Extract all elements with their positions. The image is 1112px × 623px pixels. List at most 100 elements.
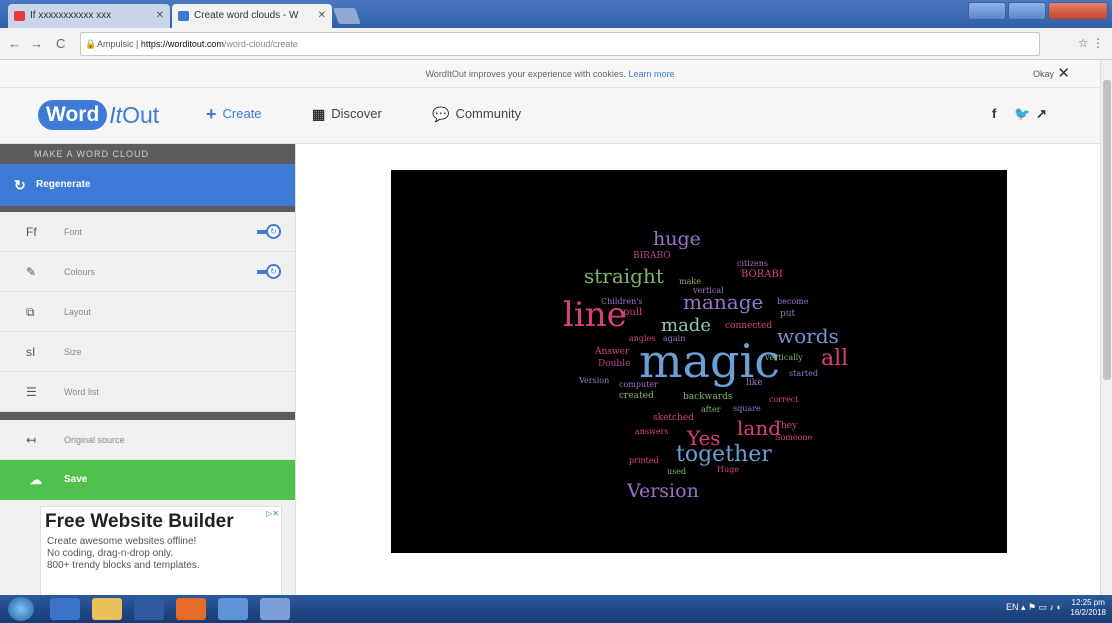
chrome-icon[interactable] <box>218 598 248 620</box>
plus-icon: + <box>206 103 217 124</box>
file-explorer-icon[interactable] <box>92 598 122 620</box>
font-randomize-toggle[interactable]: ↻ <box>257 224 281 239</box>
sidebar-item-colours[interactable]: ✎ Colours ↻ <box>0 252 295 292</box>
sidebar-item-label: Font <box>64 227 83 237</box>
ad-choices-icon[interactable]: ▷✕ <box>266 509 279 518</box>
back-arrow-icon[interactable]: ← <box>8 36 21 51</box>
cloud-word: Someone <box>775 433 813 442</box>
internet-explorer-icon[interactable] <box>50 598 80 620</box>
facebook-icon[interactable]: f <box>992 106 996 121</box>
sidebar-item-label: Word list <box>64 387 99 397</box>
cloud-word: angles <box>629 334 656 343</box>
window-controls <box>968 2 1108 20</box>
sidebar-heading: MAKE A WORD CLOUD <box>0 144 295 164</box>
colours-randomize-toggle[interactable]: ↻ <box>257 264 281 279</box>
close-window-button[interactable] <box>1048 2 1108 20</box>
maximize-button[interactable] <box>1008 2 1047 20</box>
cloud-word: huge <box>653 228 701 250</box>
new-tab-button[interactable] <box>333 8 361 24</box>
learn-more-link[interactable]: Learn more <box>628 69 674 79</box>
clock-time: 12:25 pm <box>1071 598 1105 607</box>
sidebar-item-font[interactable]: Ff Font ↻ <box>0 212 295 252</box>
nav-discover-label: Discover <box>331 106 382 121</box>
tab-label: Create word clouds - W <box>194 10 299 21</box>
close-tab-icon[interactable]: ✕ <box>318 4 326 28</box>
cloud-word: words <box>777 324 839 348</box>
cookie-okay-button[interactable]: Okay <box>1033 60 1054 88</box>
youtube-favicon-icon <box>14 11 25 21</box>
scrollbar-thumb[interactable] <box>1103 80 1111 380</box>
language-indicator[interactable]: EN <box>1006 602 1019 612</box>
cloud-word: used <box>667 467 687 476</box>
sidebar-item-original-source[interactable]: ↤ Original source <box>0 420 295 460</box>
twitter-icon[interactable]: 🐦 <box>1014 106 1030 122</box>
source-arrow-icon: ↤ <box>26 433 37 447</box>
sidebar: MAKE A WORD CLOUD ↻ Regenerate Ff Font ↻… <box>0 144 296 597</box>
start-button[interactable] <box>8 597 34 621</box>
cloud-word: Answer <box>595 347 630 357</box>
ad-line: 800+ trendy blocks and templates. <box>47 560 200 571</box>
regenerate-button[interactable]: ↻ Regenerate <box>0 164 295 206</box>
cookie-close-icon[interactable]: ✕ <box>1057 60 1070 88</box>
sidebar-item-word-list[interactable]: ☰ Word list <box>0 372 295 412</box>
worditout-logo[interactable]: Word It Out <box>38 98 159 132</box>
grid-icon: ▦ <box>312 105 326 122</box>
nav-discover[interactable]: ▦ Discover <box>312 106 382 121</box>
reload-icon[interactable]: C <box>56 36 65 51</box>
url-prefix: Ampulsic <box>97 39 134 49</box>
cookie-text: WordItOut improves your experience with … <box>425 69 626 79</box>
page-scrollbar[interactable] <box>1100 60 1112 595</box>
refresh-icon: ↻ <box>14 177 26 193</box>
cloud-word: manage <box>683 290 764 314</box>
advertisement[interactable]: ▷✕ Free Website Builder Create awesome w… <box>40 506 282 597</box>
cloud-word: make <box>679 277 701 286</box>
save-button[interactable]: ☁ Save <box>0 460 295 500</box>
word-cloud-canvas[interactable]: huge BIRABO straight line manage made wo… <box>391 170 1007 553</box>
cloud-word: connected <box>725 321 773 331</box>
tray-area[interactable]: EN ▴ ⚑ ▭ ♪ ◐ <box>1006 602 1062 613</box>
close-tab-icon[interactable]: ✕ <box>156 4 164 28</box>
chat-icon: 💬 <box>432 105 450 122</box>
ad-line: Create awesome websites offline! <box>47 536 197 547</box>
url-input[interactable]: 🔒 Ampulsic | https://worditout.com/word-… <box>80 32 1040 56</box>
sidebar-item-size[interactable]: sI Size <box>0 332 295 372</box>
cloud-word: backwards <box>683 392 733 402</box>
cloud-word: become <box>777 297 809 306</box>
firefox-icon[interactable] <box>176 598 206 620</box>
cloud-word: again <box>663 334 686 343</box>
browser-tab-bar: If xxxxxxxxxxx xxx ✕ Create word clouds … <box>0 0 1112 28</box>
media-player-icon[interactable] <box>134 598 164 620</box>
cloud-word: like <box>746 378 763 388</box>
save-label: Save <box>64 474 88 485</box>
cloud-word: started <box>789 369 818 378</box>
browser-tab-1[interactable]: If xxxxxxxxxxx xxx ✕ <box>8 4 170 28</box>
nav-create[interactable]: + Create <box>206 103 262 124</box>
bookmark-star-icon[interactable]: ☆ ⋮ <box>1078 36 1104 50</box>
address-bar: ← → C 🔒 Ampulsic | https://worditout.com… <box>0 28 1112 60</box>
cloud-word: square <box>733 404 761 413</box>
cloud-word: made <box>661 315 711 336</box>
cloud-word: put <box>780 309 796 319</box>
url-path: /word-cloud/create <box>223 39 298 49</box>
forward-arrow-icon[interactable]: → <box>30 36 43 51</box>
cloud-word: together <box>676 442 772 467</box>
nav-community[interactable]: 💬 Community <box>432 106 521 121</box>
cloud-upload-icon: ☁ <box>30 473 42 487</box>
minimize-button[interactable] <box>968 2 1007 20</box>
system-clock[interactable]: 12:25 pm 16/2/2018 <box>1070 598 1106 618</box>
share-icon[interactable]: ↗ <box>1036 106 1047 122</box>
cloud-word: created <box>619 391 654 401</box>
sidebar-item-label: Layout <box>64 307 92 317</box>
sidebar-divider <box>0 412 295 420</box>
cloud-word: sketched <box>653 413 694 423</box>
cloud-word: Huge <box>717 465 739 474</box>
cloud-word: BORABI <box>741 269 783 280</box>
sidebar-item-layout[interactable]: ⧉ Layout <box>0 292 295 332</box>
browser-tab-2[interactable]: Create word clouds - W ✕ <box>172 4 332 28</box>
lock-icon: 🔒 <box>85 39 97 49</box>
logo-it: It <box>109 101 123 128</box>
cloud-word: all <box>821 346 849 371</box>
size-icon: sI <box>26 345 36 359</box>
tab-label: If xxxxxxxxxxx xxx <box>30 10 112 21</box>
taskbar-app-icon[interactable] <box>260 598 290 620</box>
